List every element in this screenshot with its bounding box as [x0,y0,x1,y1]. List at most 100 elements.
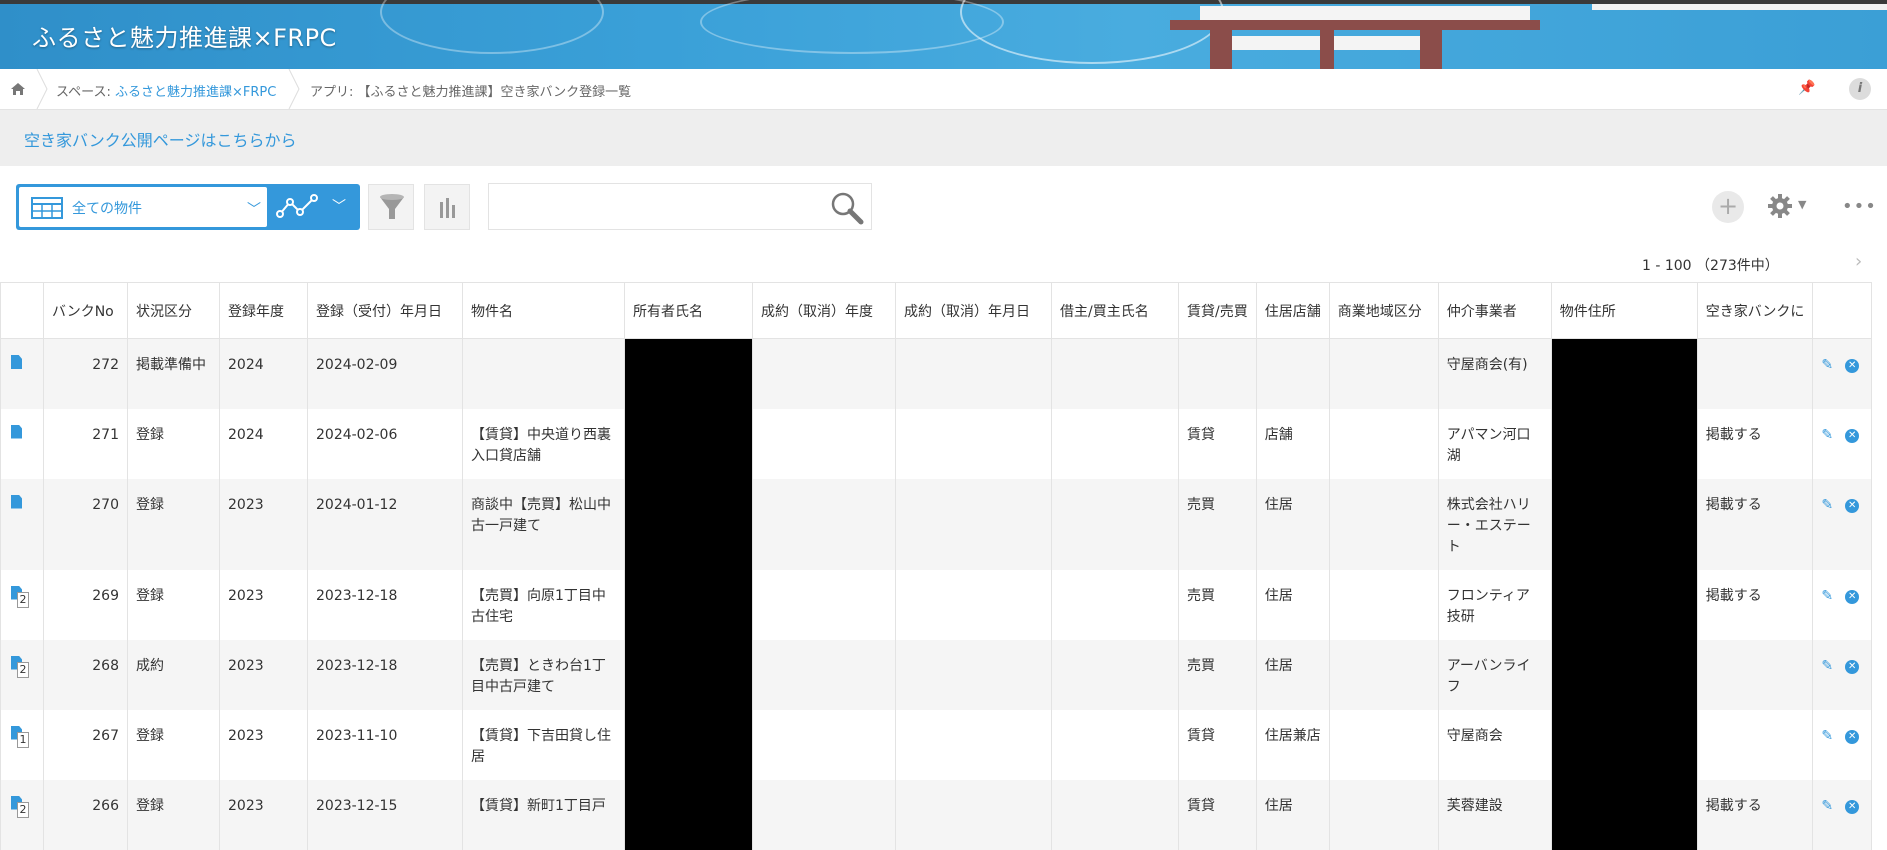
column-header[interactable]: 登録年度 [219,282,308,339]
delete-icon[interactable]: ✕ [1845,498,1860,513]
delete-icon[interactable]: ✕ [1845,589,1860,604]
cell-deal-year [752,779,896,850]
breadcrumb-space[interactable]: スペース: ふるさと魅力推進課×FRPC [56,81,276,100]
record-detail-icon[interactable]: 2 [9,585,29,608]
table-row[interactable]: 270 登録 2023 2024-01-12 商談中【売買】松山中古一戸建て 売買 住居 株式… [0,478,1873,570]
cell-deal-year [752,709,896,780]
column-header[interactable]: 賃貸/売買 [1178,282,1257,339]
redacted-address-cell [1550,478,1698,570]
breadcrumb: スペース: ふるさと魅力推進課×FRPC アプリ: 【ふるさと魅力推進課】空き家… [0,69,1887,110]
record-detail-icon[interactable] [9,424,23,443]
record-detail-icon[interactable]: 1 [9,725,29,748]
cell-publish [1696,709,1814,780]
cell-no: 272 [43,338,128,409]
cell-tenant [1051,709,1179,780]
delete-icon[interactable]: ✕ [1845,359,1860,373]
edit-pencil-icon[interactable]: ✎ [1821,586,1833,607]
home-icon[interactable] [10,81,26,97]
column-header[interactable]: 所有者氏名 [624,282,753,339]
table-row[interactable]: 272 掲載準備中 2024 2024-02-09 守屋商会(有) ✎ ✕ [0,338,1873,409]
record-detail-cell[interactable] [0,338,44,409]
edit-pencil-icon[interactable]: ✎ [1821,425,1833,446]
breadcrumb-space-prefix: スペース: [56,85,115,100]
gear-icon[interactable] [1766,192,1794,220]
record-detail-icon[interactable] [9,355,23,373]
cell-deal-date [895,779,1052,850]
record-detail-icon[interactable] [9,494,23,513]
table-row[interactable]: 1 267 登録 2023 2023-11-10 【賃貸】下吉田貸し住居 賃貸 住居兼店 守屋商… [0,709,1873,780]
column-header[interactable]: 状況区分 [127,282,220,339]
comment-count-badge: 2 [17,661,29,678]
column-header[interactable]: 物件住所 [1550,282,1698,339]
edit-pencil-icon[interactable]: ✎ [1821,796,1833,817]
edit-pencil-icon[interactable]: ✎ [1821,656,1833,677]
delete-icon[interactable]: ✕ [1845,428,1860,443]
space-title: ふるさと魅力推進課×FRPC [32,24,337,52]
cell-use: 住居 [1255,779,1330,850]
record-detail-icon[interactable]: 2 [9,795,29,818]
cell-date: 2023-12-18 [307,639,463,710]
redacted-owner-cell [624,639,753,710]
column-header[interactable]: 成約（取消）年月日 [895,282,1052,339]
record-detail-cell[interactable] [0,478,44,570]
search-box[interactable] [488,183,872,230]
edit-pencil-icon[interactable]: ✎ [1821,355,1833,376]
cell-agent: 守屋商会 [1437,709,1552,780]
cell-type: 賃貸 [1178,779,1257,850]
cell-no: 269 [43,569,128,640]
delete-icon[interactable]: ✕ [1845,659,1860,674]
column-header[interactable]: 仲介事業者 [1437,282,1552,339]
record-detail-cell[interactable]: 2 [0,569,44,640]
table-row[interactable]: 2 268 成約 2023 2023-12-18 【売買】ときわ台1丁目中古戸建て 売買 住居… [0,639,1873,710]
table-header-row: バンクNo 状況区分 登録年度 登録（受付）年月日 物件名 所有者氏名 成約（取消）年度 成約… [0,282,1873,339]
column-header[interactable]: 物件名 [462,282,625,339]
column-header[interactable]: 成約（取消）年度 [752,282,896,339]
cell-date: 2023-12-18 [307,569,463,640]
next-page-button[interactable]: › [1855,251,1862,272]
chevron-down-icon[interactable]: ﹀ [332,196,346,216]
akiya-bank-public-page-link[interactable]: 空き家バンク公開ページはこちらから [24,127,296,151]
pin-icon[interactable]: 📌 [1798,80,1815,96]
record-detail-cell[interactable] [0,408,44,479]
cell-year: 2024 [219,408,308,479]
cell-tenant [1051,408,1179,479]
graph-icon[interactable] [276,192,320,222]
edit-pencil-icon[interactable]: ✎ [1821,495,1833,516]
cell-zone [1328,639,1439,710]
record-detail-icon[interactable]: 2 [9,655,29,678]
graph-button[interactable] [424,184,470,230]
record-detail-cell[interactable]: 2 [0,639,44,710]
cell-publish: 掲載する [1696,408,1814,479]
filter-button[interactable] [368,184,414,230]
cell-tenant [1051,478,1179,570]
column-header[interactable]: 商業地域区分 [1328,282,1439,339]
breadcrumb-space-link[interactable]: ふるさと魅力推進課×FRPC [115,85,276,100]
delete-icon[interactable]: ✕ [1845,729,1860,744]
view-dropdown[interactable]: 全ての物件 ﹀ [19,187,267,227]
document-icon [11,355,22,369]
search-icon[interactable] [829,190,865,226]
column-header [1812,282,1873,339]
info-icon[interactable]: i [1849,78,1871,100]
view-selector[interactable]: 全ての物件 ﹀ ﹀ [16,184,360,230]
delete-icon[interactable]: ✕ [1845,799,1860,814]
more-icon[interactable]: ••• [1842,196,1877,217]
cell-zone [1328,408,1439,479]
column-header[interactable]: 空き家バンクに [1696,282,1814,339]
column-header[interactable]: 登録（受付）年月日 [307,282,463,339]
table-row[interactable]: 2 266 登録 2023 2023-12-15 【賃貸】新町1丁目戸 賃貸 住居 芙蓉建設 掲載… [0,779,1873,850]
search-input[interactable] [495,192,819,222]
table-row[interactable]: 271 登録 2024 2024-02-06 【賃貸】中央道り西裏入口貸店舗 賃貸 店舗 アパ… [0,408,1873,479]
column-header[interactable]: バンクNo [43,282,128,339]
column-header[interactable]: 住居店舗 [1255,282,1330,339]
add-record-button[interactable]: + [1712,191,1744,223]
cell-deal-date [895,639,1052,710]
chevron-down-icon[interactable]: ▼ [1798,198,1806,211]
table-row[interactable]: 2 269 登録 2023 2023-12-18 【売買】向原1丁目中古住宅 売買 住居 フロン… [0,569,1873,640]
cell-date: 2023-12-15 [307,779,463,850]
edit-pencil-icon[interactable]: ✎ [1821,726,1833,747]
record-detail-cell[interactable]: 2 [0,779,44,850]
cell-use: 住居兼店 [1255,709,1330,780]
column-header[interactable]: 借主/買主氏名 [1051,282,1179,339]
record-detail-cell[interactable]: 1 [0,709,44,780]
